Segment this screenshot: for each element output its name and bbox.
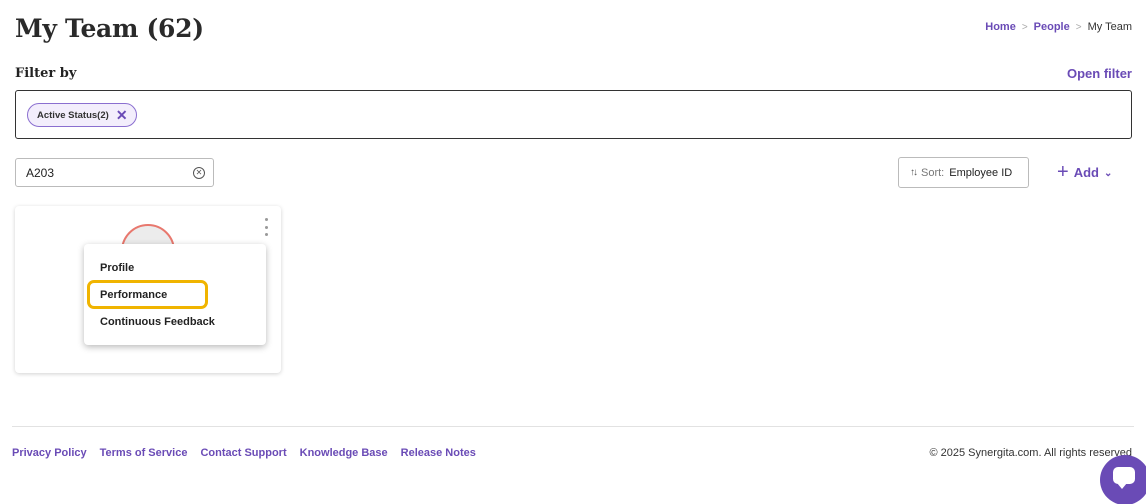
filter-box: Active Status(2) ✕ [15,90,1132,139]
breadcrumb-current: My Team [1087,21,1132,33]
menu-item-continuous-feedback[interactable]: Continuous Feedback [100,316,215,328]
plus-icon: + [1057,161,1069,183]
clear-circle-icon[interactable]: ✕ [193,166,205,179]
sort-button[interactable]: ↑↓ Sort: Employee ID [898,157,1029,188]
footer-link-terms-of-service[interactable]: Terms of Service [100,447,188,459]
search-input[interactable] [26,165,176,180]
footer-divider [12,426,1134,427]
add-button[interactable]: + Add ⌄ [1057,162,1112,182]
breadcrumb: Home > People > My Team [985,21,1132,33]
breadcrumb-separator-icon: > [1075,21,1082,33]
sort-arrows-icon: ↑↓ [910,167,918,178]
sort-value: Employee ID [949,166,1013,179]
breadcrumb-home[interactable]: Home [985,21,1016,33]
close-icon[interactable]: ✕ [116,108,128,122]
copyright-text: © 2025 Synergita.com. All rights reserve… [929,447,1132,459]
footer-link-contact-support[interactable]: Contact Support [200,447,286,459]
add-button-label: Add [1073,164,1099,180]
filter-chip-label: Active Status(2) [37,109,109,121]
footer-link-release-notes[interactable]: Release Notes [401,447,476,459]
breadcrumb-separator-icon: > [1021,21,1028,33]
page-title: My Team (62) [15,14,204,43]
footer-link-knowledge-base[interactable]: Knowledge Base [300,447,388,459]
footer-link-privacy-policy[interactable]: Privacy Policy [12,447,87,459]
card-context-menu: Profile Performance Continuous Feedback [84,244,266,345]
filter-chip-active-status: Active Status(2) ✕ [27,103,137,127]
chat-icon [1113,467,1135,489]
breadcrumb-people[interactable]: People [1034,21,1070,33]
open-filter-link[interactable]: Open filter [1067,66,1132,81]
search-field: ✕ [15,158,214,187]
sort-prefix: Sort: [921,166,945,179]
chevron-down-icon: ⌄ [1103,167,1113,179]
kebab-menu-icon[interactable] [263,218,269,236]
menu-item-profile[interactable]: Profile [100,262,134,274]
chat-button[interactable] [1100,455,1146,504]
menu-item-performance[interactable]: Performance [100,289,167,301]
footer-links: Privacy Policy Terms of Service Contact … [12,447,476,459]
filter-label: Filter by [15,66,77,81]
